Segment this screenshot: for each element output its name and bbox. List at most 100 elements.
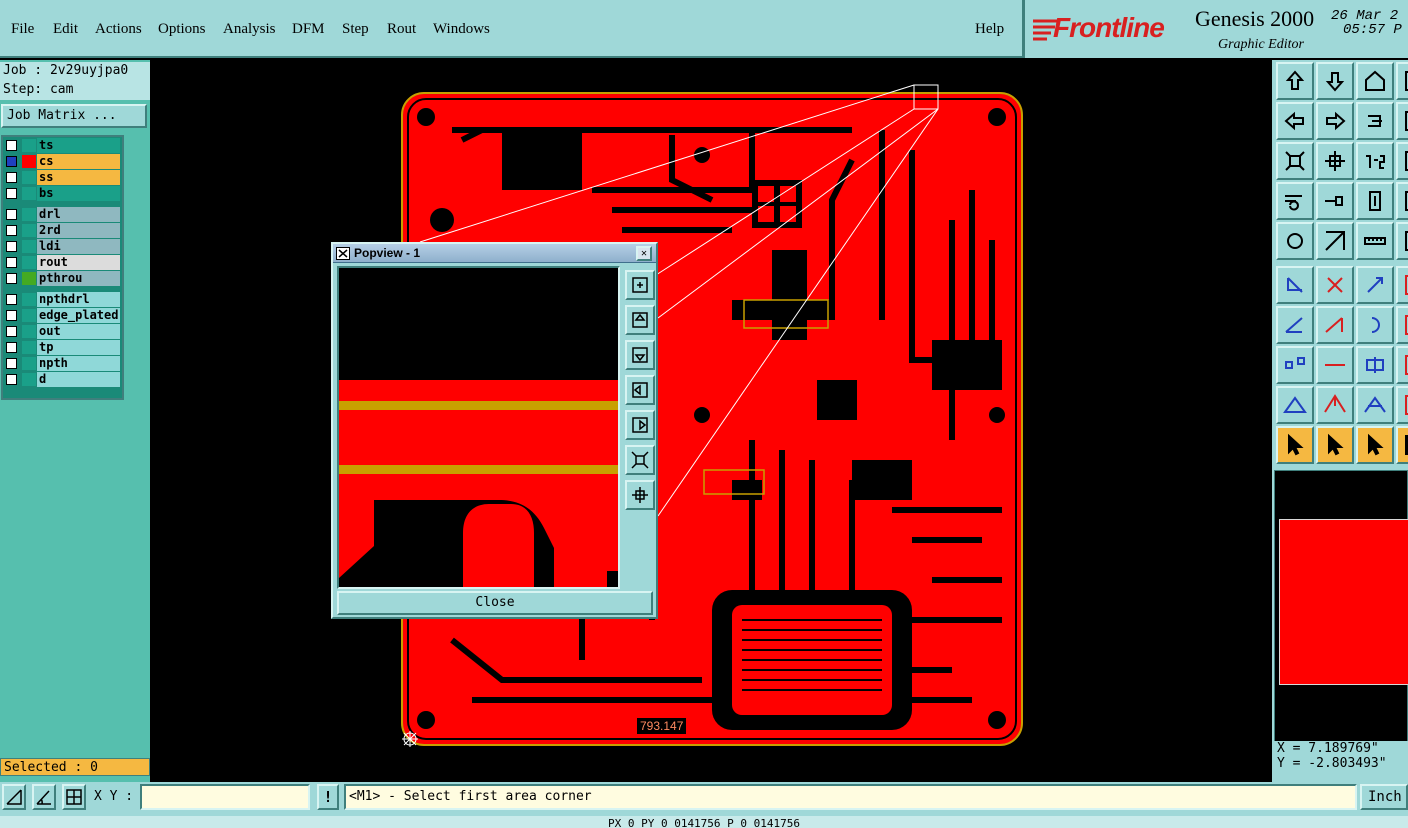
probe-button[interactable] bbox=[1316, 182, 1354, 220]
layer-checkbox[interactable] bbox=[6, 241, 17, 252]
layer-name[interactable]: tp bbox=[37, 340, 120, 355]
layer-row-npthdrl[interactable]: npthdrl bbox=[2, 292, 122, 308]
extra-10-button[interactable] bbox=[1396, 426, 1408, 464]
extra-2-button[interactable] bbox=[1396, 102, 1408, 140]
pan-down-button[interactable] bbox=[1316, 62, 1354, 100]
layer-row-rout[interactable]: rout bbox=[2, 255, 122, 271]
popview-window[interactable]: Popview - 1 ✕ Close bbox=[331, 242, 658, 619]
job-matrix-button[interactable]: Job Matrix ... bbox=[1, 104, 147, 128]
layer-checkbox[interactable] bbox=[6, 156, 17, 167]
measure-a-button[interactable] bbox=[1276, 386, 1314, 424]
measure-b-button[interactable] bbox=[1316, 386, 1354, 424]
menu-file[interactable]: File bbox=[11, 21, 34, 38]
slope-left-button[interactable] bbox=[1276, 306, 1314, 344]
popview-zoom-in-button[interactable] bbox=[625, 270, 655, 300]
popview-pan-up-button[interactable] bbox=[625, 305, 655, 335]
layer-row-tp[interactable]: tp bbox=[2, 340, 122, 356]
menu-windows[interactable]: Windows bbox=[433, 21, 490, 38]
menu-rout[interactable]: Rout bbox=[387, 21, 416, 38]
xy-input[interactable] bbox=[140, 784, 310, 810]
layer-row-npth[interactable]: npth bbox=[2, 356, 122, 372]
zoom-center-button[interactable] bbox=[1316, 142, 1354, 180]
grid-tool-button[interactable] bbox=[62, 784, 86, 810]
line-draw-button[interactable] bbox=[1316, 222, 1354, 260]
layer-checkbox[interactable] bbox=[6, 172, 17, 183]
layer-row-2rd[interactable]: 2rd bbox=[2, 223, 122, 239]
layer-row-d[interactable]: d bbox=[2, 372, 122, 388]
zoom-fit-button[interactable] bbox=[1276, 142, 1314, 180]
layer-row-pthrou[interactable]: pthrou bbox=[2, 271, 122, 287]
layer-name[interactable]: npthdrl bbox=[37, 292, 120, 307]
pan-right-button[interactable] bbox=[1316, 102, 1354, 140]
popview-viewport[interactable] bbox=[337, 266, 620, 589]
layer-name[interactable]: drl bbox=[37, 207, 120, 222]
select-net-button[interactable] bbox=[1356, 426, 1394, 464]
layer-checkbox[interactable] bbox=[6, 358, 17, 369]
layer-row-ts[interactable]: ts bbox=[2, 138, 122, 154]
menu-step[interactable]: Step bbox=[342, 21, 369, 38]
extra-4-button[interactable] bbox=[1396, 182, 1408, 220]
layer-name[interactable]: cs bbox=[37, 154, 120, 169]
split-button[interactable] bbox=[1316, 346, 1354, 384]
layer-checkbox[interactable] bbox=[6, 257, 17, 268]
popview-pan-left-button[interactable] bbox=[625, 375, 655, 405]
layer-row-bs[interactable]: bs bbox=[2, 186, 122, 202]
pad-move-button[interactable] bbox=[1276, 346, 1314, 384]
units-button[interactable]: Inch bbox=[1360, 784, 1408, 810]
layer-row-ss[interactable]: ss bbox=[2, 170, 122, 186]
layer-row-drl[interactable]: drl bbox=[2, 207, 122, 223]
extra-6-button[interactable] bbox=[1396, 266, 1408, 304]
popview-zoom-fit-button[interactable] bbox=[625, 445, 655, 475]
warning-button[interactable]: ! bbox=[317, 784, 339, 810]
scale-1-2-button[interactable] bbox=[1356, 142, 1394, 180]
menu-actions[interactable]: Actions bbox=[95, 21, 142, 38]
popview-close-button[interactable]: Close bbox=[337, 591, 653, 615]
extra-5-button[interactable] bbox=[1396, 222, 1408, 260]
popview-titlebar[interactable]: Popview - 1 ✕ bbox=[333, 244, 656, 263]
layer-checkbox[interactable] bbox=[6, 140, 17, 151]
layer-name[interactable]: ss bbox=[37, 170, 120, 185]
menu-edit[interactable]: Edit bbox=[53, 21, 78, 38]
layer-name[interactable]: bs bbox=[37, 186, 120, 201]
angle-tool-button[interactable] bbox=[32, 784, 56, 810]
layer-name[interactable]: edge_plated bbox=[37, 308, 120, 323]
layer-row-edge_plated[interactable]: edge_plated bbox=[2, 308, 122, 324]
layer-name[interactable]: pthrou bbox=[37, 271, 120, 286]
measure-c-button[interactable] bbox=[1356, 386, 1394, 424]
extra-1-button[interactable] bbox=[1396, 62, 1408, 100]
layer-row-ldi[interactable]: ldi bbox=[2, 239, 122, 255]
layer-checkbox[interactable] bbox=[6, 326, 17, 337]
symbol-button[interactable] bbox=[1356, 346, 1394, 384]
home-button[interactable] bbox=[1356, 62, 1394, 100]
layer-row-out[interactable]: out bbox=[2, 324, 122, 340]
node-edit-button[interactable] bbox=[1276, 266, 1314, 304]
layer-row-cs[interactable]: cs bbox=[2, 154, 122, 170]
extra-9-button[interactable] bbox=[1396, 386, 1408, 424]
menu-analysis[interactable]: Analysis bbox=[223, 21, 276, 38]
graphic-canvas[interactable]: 793.147 Popview - 1 ✕ Close bbox=[152, 60, 1272, 782]
overview-map[interactable] bbox=[1274, 470, 1408, 743]
arc-button[interactable] bbox=[1356, 306, 1394, 344]
layer-name[interactable]: d bbox=[37, 372, 120, 387]
menu-dfm[interactable]: DFM bbox=[292, 21, 325, 38]
popview-pan-down-button[interactable] bbox=[625, 340, 655, 370]
menu-options[interactable]: Options bbox=[158, 21, 206, 38]
slope-right-button[interactable] bbox=[1316, 306, 1354, 344]
layer-checkbox[interactable] bbox=[6, 374, 17, 385]
layer-name[interactable]: 2rd bbox=[37, 223, 120, 238]
layer-name[interactable]: ldi bbox=[37, 239, 120, 254]
layer-name[interactable]: out bbox=[37, 324, 120, 339]
drill-button[interactable] bbox=[1276, 222, 1314, 260]
layer-checkbox[interactable] bbox=[6, 225, 17, 236]
extra-3-button[interactable] bbox=[1396, 142, 1408, 180]
move-pad-button[interactable] bbox=[1356, 266, 1394, 304]
select-area-button[interactable] bbox=[1316, 426, 1354, 464]
zoom-back-button[interactable] bbox=[1356, 102, 1394, 140]
menu-help[interactable]: Help bbox=[975, 21, 1004, 38]
extra-8-button[interactable] bbox=[1396, 346, 1408, 384]
pan-up-button[interactable] bbox=[1276, 62, 1314, 100]
layer-checkbox[interactable] bbox=[6, 273, 17, 284]
snap-button[interactable] bbox=[1276, 182, 1314, 220]
popview-pan-right-button[interactable] bbox=[625, 410, 655, 440]
layer-checkbox[interactable] bbox=[6, 188, 17, 199]
